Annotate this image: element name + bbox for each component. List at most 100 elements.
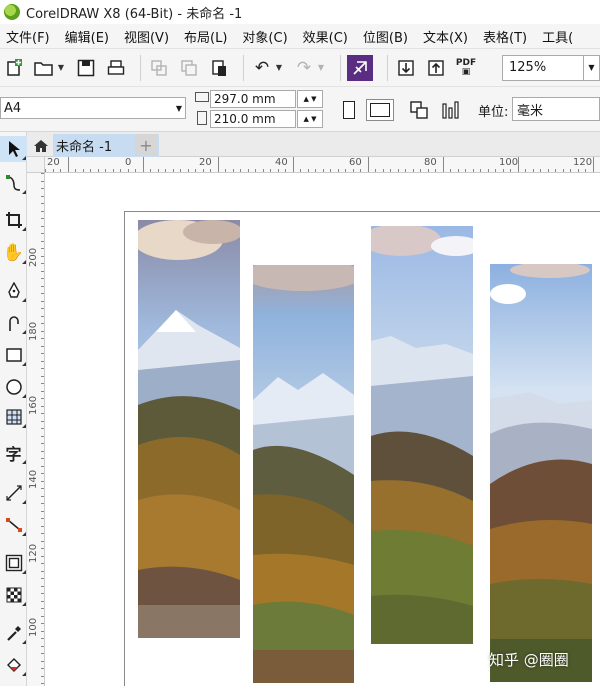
vertical-ruler-label: 160 — [28, 395, 39, 415]
page-width-stepper[interactable]: ▲ ▼ — [297, 90, 323, 108]
vertical-ruler-label: 100 — [28, 617, 39, 637]
horizontal-ruler-label: 0 — [125, 157, 132, 168]
zoom-value: 125% — [509, 60, 547, 75]
ellipse-tool-icon[interactable] — [0, 374, 27, 400]
image-strip-4[interactable] — [490, 264, 592, 682]
current-page-icon — [442, 101, 459, 119]
home-icon[interactable] — [30, 135, 52, 156]
transparency-tool-icon[interactable] — [0, 582, 27, 608]
drop-shadow-icon[interactable] — [0, 550, 27, 576]
export-icon[interactable] — [424, 54, 448, 82]
horizontal-ruler-label: 60 — [349, 157, 362, 168]
paper-size-select[interactable]: A4 ▼ — [0, 97, 186, 119]
menu-bitmaps[interactable]: 位图(B) — [357, 27, 417, 46]
pen-tool-icon[interactable] — [0, 278, 27, 304]
horizontal-ruler-label: 40 — [275, 157, 288, 168]
eyedropper-tool-icon[interactable] — [0, 620, 27, 646]
horizontal-ruler[interactable]: 20 0 20 40 60 80 100 120 — [45, 157, 600, 173]
open-folder-icon[interactable] — [32, 54, 56, 82]
image-strip-2[interactable] — [253, 265, 354, 683]
redo-icon[interactable]: ↷ — [292, 54, 316, 82]
paste-icon[interactable] — [207, 54, 231, 82]
import-icon[interactable] — [394, 54, 418, 82]
publish-pdf-icon[interactable]: PDF ▣ — [454, 54, 478, 82]
current-page-button[interactable] — [438, 99, 464, 121]
all-pages-button[interactable] — [406, 99, 432, 121]
crop-tool-icon[interactable] — [0, 207, 27, 233]
menu-object[interactable]: 对象(C) — [236, 27, 296, 46]
image-strip-1[interactable] — [138, 220, 240, 638]
horizontal-ruler-label: 120 — [573, 157, 593, 168]
artistic-media-icon[interactable] — [0, 310, 27, 336]
pick-tool-icon[interactable] — [0, 136, 27, 162]
chevron-down-icon: ▼ — [175, 104, 182, 113]
toolbar-divider — [140, 54, 141, 81]
toolbar-divider — [387, 54, 388, 81]
image-strip-3[interactable] — [371, 226, 473, 644]
portrait-button[interactable] — [338, 99, 360, 121]
page-height-stepper[interactable]: ▲ ▼ — [297, 110, 323, 128]
rectangle-tool-icon[interactable] — [0, 342, 27, 368]
save-icon[interactable] — [74, 54, 98, 82]
text-tool-icon[interactable]: 字 — [0, 440, 27, 466]
parallel-dimension-icon[interactable] — [0, 480, 27, 506]
undo-icon[interactable]: ↶ — [250, 54, 274, 82]
tab-document-label: 未命名 -1 — [56, 140, 113, 155]
drawing-canvas[interactable]: 知乎 @圈圈 — [45, 173, 600, 686]
menu-edit[interactable]: 编辑(E) — [59, 27, 118, 46]
menu-view[interactable]: 视图(V) — [118, 27, 178, 46]
page-height-value: 210.0 mm — [214, 112, 276, 126]
portrait-icon — [343, 101, 355, 119]
window-title: CorelDRAW X8 (64-Bit) - 未命名 -1 — [26, 6, 243, 22]
coreldraw-logo-icon — [4, 4, 20, 20]
cut-icon[interactable] — [147, 54, 171, 82]
zoom-level-input[interactable]: 125% — [502, 54, 584, 81]
pan-tool-icon[interactable]: ✋ — [0, 240, 27, 266]
document-tab-bar: 未命名 -1 + — [27, 132, 600, 157]
menu-layout[interactable]: 布局(L) — [178, 27, 236, 46]
menu-text[interactable]: 文本(X) — [417, 27, 477, 46]
pdf-label: PDF — [455, 57, 477, 68]
redo-dropdown-icon[interactable]: ▼ — [316, 54, 326, 82]
undo-dropdown-icon[interactable]: ▼ — [274, 54, 284, 82]
menu-file[interactable]: 文件(F) — [0, 27, 59, 46]
toolbox: ✋ 字 — [0, 132, 27, 686]
page-width-icon — [195, 92, 209, 102]
units-value: 毫米 — [517, 103, 544, 119]
add-tab-button[interactable]: + — [135, 134, 157, 156]
title-bar: CorelDRAW X8 (64-Bit) - 未命名 -1 — [0, 0, 600, 24]
copy-icon[interactable] — [177, 54, 201, 82]
all-pages-icon — [410, 101, 428, 119]
landscape-button[interactable] — [366, 99, 394, 121]
search-content-icon[interactable] — [347, 54, 373, 81]
table-tool-icon[interactable] — [0, 404, 27, 430]
connector-tool-icon[interactable] — [0, 512, 27, 538]
horizontal-ruler-label: 80 — [424, 157, 437, 168]
horizontal-ruler-label: 20 — [199, 157, 212, 168]
page-height-icon — [197, 111, 207, 125]
page-width-input[interactable]: 297.0 mm — [210, 90, 296, 108]
interactive-fill-icon[interactable] — [0, 652, 27, 678]
standard-toolbar: ▼ ↶ ▼ ↷ ▼ PDF ▣ 125% ▼ — [0, 48, 600, 86]
horizontal-ruler-label: 20 — [47, 157, 60, 168]
zoom-dropdown-icon[interactable]: ▼ — [584, 54, 600, 81]
units-select[interactable]: 毫米 — [512, 97, 600, 121]
page-width-value: 297.0 mm — [214, 92, 276, 106]
ruler-origin[interactable] — [27, 157, 45, 173]
menu-tools[interactable]: 工具( — [536, 27, 582, 46]
vertical-ruler[interactable]: 200 180 160 140 120 100 — [27, 173, 45, 686]
new-document-icon[interactable] — [2, 54, 26, 82]
open-dropdown-icon[interactable]: ▼ — [56, 54, 66, 82]
landscape-icon — [370, 103, 390, 117]
horizontal-ruler-label: 100 — [499, 157, 519, 168]
coreldraw-window: CorelDRAW X8 (64-Bit) - 未命名 -1 文件(F) 编辑(… — [0, 0, 600, 686]
page-height-input[interactable]: 210.0 mm — [210, 110, 296, 128]
paper-size-value: A4 — [4, 100, 22, 116]
menu-bar: 文件(F) 编辑(E) 视图(V) 布局(L) 对象(C) 效果(C) 位图(B… — [0, 24, 600, 48]
plus-icon: + — [139, 135, 153, 155]
shape-tool-icon[interactable] — [0, 170, 27, 196]
print-icon[interactable] — [104, 54, 128, 82]
menu-table[interactable]: 表格(T) — [477, 27, 536, 46]
menu-effects[interactable]: 效果(C) — [297, 27, 357, 46]
vertical-ruler-label: 180 — [28, 321, 39, 341]
